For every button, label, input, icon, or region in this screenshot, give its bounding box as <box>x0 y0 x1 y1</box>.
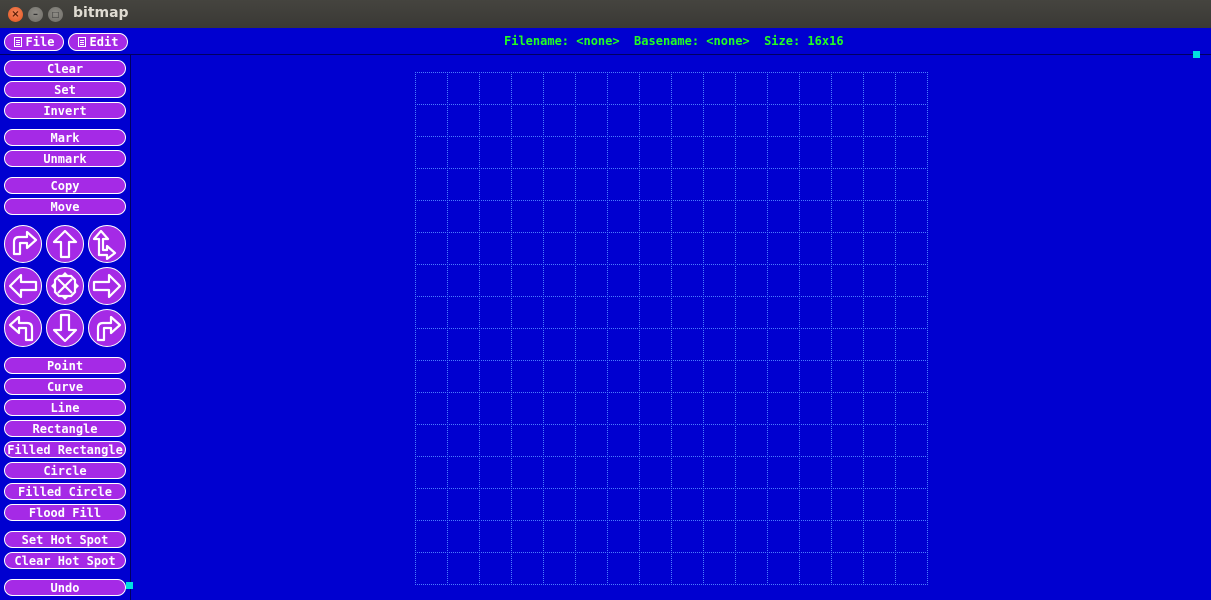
rotate-right-icon <box>12 230 38 256</box>
file-status-label: Filename: <none> Basename: <none> Size: … <box>504 34 844 48</box>
undo-button[interactable]: Undo <box>4 579 126 596</box>
minimize-window-button[interactable]: – <box>28 7 43 22</box>
window-title: bitmap <box>73 5 129 21</box>
move-button[interactable]: Move <box>4 198 126 215</box>
set-hot-spot-button[interactable]: Set Hot Spot <box>4 531 126 548</box>
point-button[interactable]: Point <box>4 357 126 374</box>
flip-vertical-button[interactable] <box>88 225 126 263</box>
circle-button[interactable]: Circle <box>4 462 126 479</box>
fold-icon <box>51 272 79 300</box>
unmark-button[interactable]: Unmark <box>4 150 126 167</box>
invert-button[interactable]: Invert <box>4 102 126 119</box>
flip-horizontal-button[interactable] <box>88 309 126 347</box>
arrow-right-icon <box>92 273 122 299</box>
shift-left-button[interactable] <box>4 267 42 305</box>
copy-button[interactable]: Copy <box>4 177 126 194</box>
bitmap-grid[interactable] <box>415 72 928 585</box>
edit-menu-button[interactable]: Edit <box>68 33 128 51</box>
flood-fill-button[interactable]: Flood Fill <box>4 504 126 521</box>
shift-down-button[interactable] <box>46 309 84 347</box>
arrow-left-icon <box>8 273 38 299</box>
filled-rectangle-button[interactable]: Filled Rectangle <box>4 441 126 458</box>
file-menu-button[interactable]: File <box>4 33 64 51</box>
shift-up-button[interactable] <box>46 225 84 263</box>
panel-resize-handle[interactable] <box>126 582 133 589</box>
filled-circle-button[interactable]: Filled Circle <box>4 483 126 500</box>
bitmap-grid-lines <box>415 72 928 585</box>
title-bar: × – □ bitmap <box>0 0 1211 28</box>
edit-menu-label: Edit <box>89 35 119 49</box>
flip-vertical-icon <box>92 229 117 260</box>
mark-button[interactable]: Mark <box>4 129 126 146</box>
line-button[interactable]: Line <box>4 399 126 416</box>
resize-handle[interactable] <box>1193 51 1200 58</box>
clear-hot-spot-button[interactable]: Clear Hot Spot <box>4 552 126 569</box>
fold-button[interactable] <box>46 267 84 305</box>
document-icon <box>77 37 86 47</box>
file-menu-label: File <box>25 35 55 49</box>
clear-button[interactable]: Clear <box>4 60 126 77</box>
flip-horizontal-icon <box>96 315 122 342</box>
close-window-button[interactable]: × <box>8 7 23 22</box>
arrow-up-icon <box>52 229 78 259</box>
maximize-window-button[interactable]: □ <box>48 7 63 22</box>
command-panel: Clear Set Invert Mark Unmark Copy Move P… <box>0 55 131 600</box>
rotate-right-button[interactable] <box>4 225 42 263</box>
set-button[interactable]: Set <box>4 81 126 98</box>
document-icon <box>13 37 22 47</box>
shift-right-button[interactable] <box>88 267 126 305</box>
curve-button[interactable]: Curve <box>4 378 126 395</box>
arrow-down-icon <box>52 313 78 343</box>
rotate-left-icon <box>8 315 34 342</box>
rectangle-button[interactable]: Rectangle <box>4 420 126 437</box>
rotate-left-button[interactable] <box>4 309 42 347</box>
